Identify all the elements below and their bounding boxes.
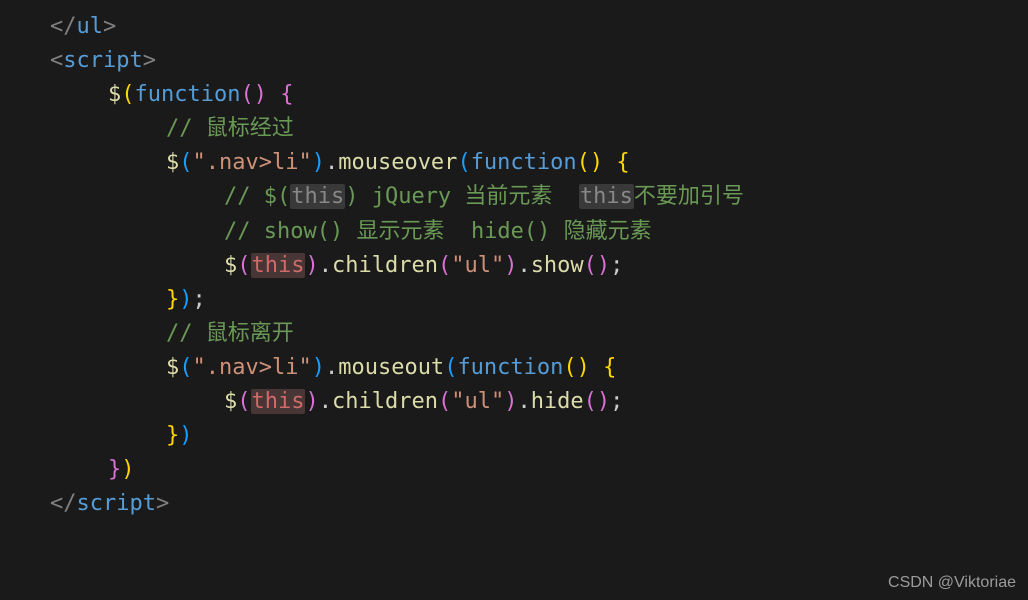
dot: . (517, 253, 530, 278)
paren: ) (305, 253, 318, 278)
code-line: </script> (50, 487, 1028, 521)
tag-bracket: < (50, 48, 63, 73)
keyword-this: this (251, 389, 306, 414)
paren: ( (179, 355, 192, 380)
code-line: }) (50, 453, 1028, 487)
paren: ) (590, 150, 603, 175)
dollar-sign: $ (224, 389, 237, 414)
method-children: children (332, 253, 438, 278)
code-line: $(".nav>li").mouseover(function() { (50, 146, 1028, 180)
dot: . (319, 253, 332, 278)
code-line: // $(this) jQuery 当前元素 this不要加引号 (50, 180, 1028, 214)
paren: ( (444, 355, 457, 380)
method-show: show (531, 253, 584, 278)
keyword-this: this (251, 253, 306, 278)
method-mouseover: mouseover (338, 150, 457, 175)
paren: ) (121, 457, 134, 482)
brace: { (280, 82, 293, 107)
dollar-sign: $ (166, 355, 179, 380)
paren: ( (457, 150, 470, 175)
brace: } (166, 287, 179, 312)
tag-bracket: > (156, 491, 169, 516)
method-mouseout: mouseout (338, 355, 444, 380)
paren: ) (312, 150, 325, 175)
comment: // 鼠标经过 (166, 116, 294, 141)
code-editor: </ul> <script> $(function() { // 鼠标经过 $(… (0, 0, 1028, 531)
paren: ) (504, 389, 517, 414)
paren: ( (584, 253, 597, 278)
keyword-this: this (290, 184, 345, 209)
tag-bracket: </ (50, 14, 77, 39)
paren: ( (240, 82, 253, 107)
code-line: $(this).children("ul").hide(); (50, 385, 1028, 419)
dollar-sign: $ (224, 253, 237, 278)
paren: ( (438, 389, 451, 414)
comment: // 鼠标离开 (166, 321, 294, 346)
code-line: <script> (50, 44, 1028, 78)
paren: ) (305, 389, 318, 414)
comment: // show() 显示元素 hide() 隐藏元素 (224, 219, 652, 244)
paren: ( (237, 253, 250, 278)
dollar-sign: $ (166, 150, 179, 175)
tag-bracket: </ (50, 491, 77, 516)
paren: ( (237, 389, 250, 414)
paren: ) (577, 355, 590, 380)
semicolon: ; (193, 287, 206, 312)
paren: ) (597, 389, 610, 414)
brace: { (616, 150, 629, 175)
tag-bracket: > (103, 14, 116, 39)
method-hide: hide (531, 389, 584, 414)
code-line: $(this).children("ul").show(); (50, 249, 1028, 283)
code-line: // show() 显示元素 hide() 隐藏元素 (50, 215, 1028, 249)
paren: ( (584, 389, 597, 414)
paren: ) (597, 253, 610, 278)
keyword-function: function (135, 82, 241, 107)
paren: ( (438, 253, 451, 278)
code-line: $(function() { (50, 78, 1028, 112)
paren: ) (312, 355, 325, 380)
dot: . (325, 150, 338, 175)
comment: // $(this) jQuery 当前元素 this不要加引号 (224, 184, 744, 209)
brace: } (108, 457, 121, 482)
tag-script: script (77, 491, 156, 516)
paren: ) (179, 287, 192, 312)
dot: . (325, 355, 338, 380)
paren: ) (254, 82, 267, 107)
tag-ul: ul (77, 14, 104, 39)
keyword-function: function (471, 150, 577, 175)
dot: . (517, 389, 530, 414)
paren: ( (577, 150, 590, 175)
tag-script: script (63, 48, 142, 73)
brace: { (603, 355, 616, 380)
paren: ) (179, 423, 192, 448)
paren: ( (179, 150, 192, 175)
dot: . (319, 389, 332, 414)
code-line: }); (50, 283, 1028, 317)
dollar-sign: $ (108, 82, 121, 107)
keyword-this: this (579, 184, 634, 209)
code-line: }) (50, 419, 1028, 453)
semicolon: ; (610, 253, 623, 278)
code-line: // 鼠标离开 (50, 317, 1028, 351)
string-literal: "ul" (451, 253, 504, 278)
code-line: </ul> (50, 10, 1028, 44)
string-literal: ".nav>li" (193, 150, 312, 175)
string-literal: ".nav>li" (193, 355, 312, 380)
method-children: children (332, 389, 438, 414)
paren: ) (504, 253, 517, 278)
semicolon: ; (610, 389, 623, 414)
space (590, 355, 603, 380)
string-literal: "ul" (451, 389, 504, 414)
paren: ( (121, 82, 134, 107)
code-line: $(".nav>li").mouseout(function() { (50, 351, 1028, 385)
paren: ( (563, 355, 576, 380)
watermark-text: CSDN @Viktoriae (888, 574, 1016, 592)
space (267, 82, 280, 107)
tag-bracket: > (143, 48, 156, 73)
space (603, 150, 616, 175)
brace: } (166, 423, 179, 448)
keyword-function: function (457, 355, 563, 380)
code-line: // 鼠标经过 (50, 112, 1028, 146)
